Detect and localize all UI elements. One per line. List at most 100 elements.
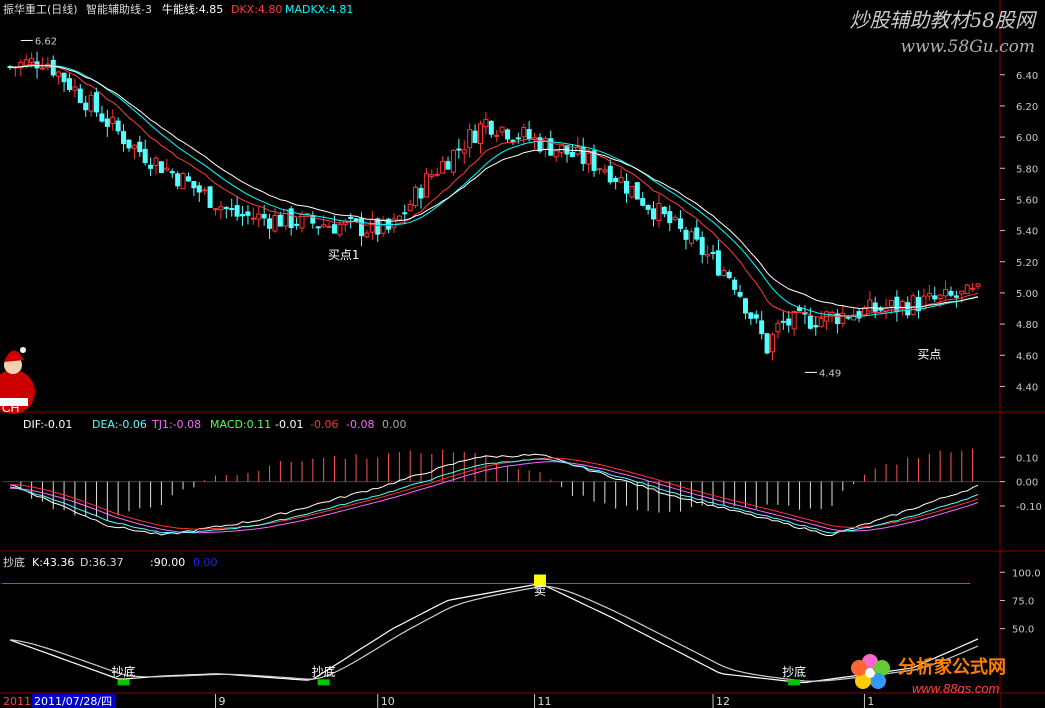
candle-body (380, 219, 386, 234)
candle-body (50, 59, 56, 76)
candle-body (764, 333, 770, 354)
price-tick-label: 5.80 (1016, 164, 1038, 175)
kd-tick-label: 50.0 (1012, 625, 1034, 636)
panel-frames (0, 0, 1045, 708)
candle-body (602, 169, 608, 173)
sell-label: 卖 (534, 584, 546, 598)
candle-body (770, 334, 776, 353)
candle-body (240, 214, 246, 217)
buy-point-label: 买点1 (328, 248, 360, 262)
candle-body (77, 88, 83, 103)
kd-d-line (9, 585, 979, 682)
candle-body (899, 300, 905, 309)
candle-body (115, 120, 121, 132)
candle-body (943, 288, 949, 297)
candle-body (407, 203, 413, 212)
candle-body (348, 216, 354, 219)
candle-body (494, 134, 500, 137)
macd-header: DIF:-0.01 DEA:-0.06 TJ1:-0.08 MACD:0.11 … (23, 418, 407, 431)
candle-body (683, 229, 689, 240)
candle-body (553, 150, 559, 158)
candle-body (66, 78, 72, 91)
candle-body (467, 129, 473, 149)
kd-level-label: :90.00 (150, 556, 185, 569)
candle-body (505, 129, 511, 140)
candle-body (678, 218, 684, 229)
candle-body (586, 152, 592, 165)
candle-body (948, 290, 954, 296)
candle-body (229, 208, 235, 211)
date-year-label: 2011 (3, 695, 31, 708)
candle-body (759, 320, 765, 335)
tj1-line (9, 461, 979, 534)
month-label: 9 (218, 695, 225, 708)
candle-body (894, 296, 900, 312)
chaodi-label: 抄底 (782, 664, 806, 679)
candle-body (705, 253, 711, 257)
macd-label: MACD:0.11 (210, 418, 271, 431)
candle-body (872, 302, 878, 312)
candle-body (110, 116, 116, 125)
month-label: 10 (381, 695, 395, 708)
madkx-label: MADKX:4.81 (285, 3, 353, 16)
price-tick-label: 4.40 (1016, 382, 1038, 393)
candle-body (910, 295, 916, 315)
kd-tick-label: 75.0 (1012, 596, 1034, 607)
candle-body (142, 148, 148, 164)
candle-body (245, 211, 251, 216)
candle-body (326, 225, 332, 228)
candle-body (423, 173, 429, 198)
candle-body (315, 226, 321, 229)
stock-name: 振华重工(日线) (3, 2, 78, 16)
candle-body (191, 181, 197, 189)
kd-k-label: K:43.36 (32, 556, 74, 569)
kd-header: 抄底 K:43.36 D:36.37 :90.00 0.00 (3, 555, 218, 569)
candle-body (175, 173, 181, 187)
candle-body (353, 218, 359, 222)
candle-body (148, 164, 154, 169)
flower-logo-icon (851, 654, 890, 689)
candle-body (737, 291, 743, 297)
price-tick-label: 5.40 (1016, 227, 1038, 238)
bull-line (10, 64, 979, 310)
candle-body (99, 113, 105, 122)
candle-body (472, 130, 478, 143)
bull-label: 牛能线:4.85 (162, 2, 223, 16)
stock-chart[interactable]: 6.40 6.20 6.00 5.80 5.60 5.40 5.20 5.00 4.80 4.60… (0, 0, 1045, 708)
candle-body (104, 118, 110, 127)
candle-body (888, 300, 894, 307)
month-label: 1 (867, 695, 874, 708)
candle-body (272, 215, 278, 232)
candle-body (364, 232, 370, 238)
main-header: 振华重工(日线) 智能辅助线-3 牛能线:4.85 DKX:4.80 MADKX… (3, 2, 353, 16)
candle-body (715, 250, 721, 276)
candle-body (402, 212, 408, 215)
candle-body (283, 209, 289, 227)
chaodi-marker-icon (788, 679, 801, 686)
candle-body (294, 223, 300, 226)
candle-body (964, 284, 970, 295)
candle-body (337, 224, 343, 236)
candle-body (791, 310, 797, 330)
candle-body (450, 149, 456, 173)
candle-body (396, 215, 402, 221)
candle-body (699, 237, 705, 255)
candle-body (461, 149, 467, 154)
candle-body (483, 118, 489, 128)
candle-body (61, 72, 67, 83)
candle-body (818, 317, 824, 328)
candle-body (267, 218, 273, 229)
candle-body (726, 271, 732, 279)
candle-body (153, 157, 159, 167)
moving-average-lines (9, 63, 979, 318)
candle-body (807, 315, 813, 329)
macd-value-3: -0.08 (346, 418, 374, 431)
candle-body (970, 287, 976, 290)
candle-body (29, 57, 35, 64)
candle-body (623, 180, 629, 194)
chaodi-marker-icon (117, 679, 130, 686)
candle-body (721, 269, 727, 277)
candle-body (158, 161, 164, 174)
candle-body (975, 283, 981, 287)
candle-body (131, 144, 137, 149)
